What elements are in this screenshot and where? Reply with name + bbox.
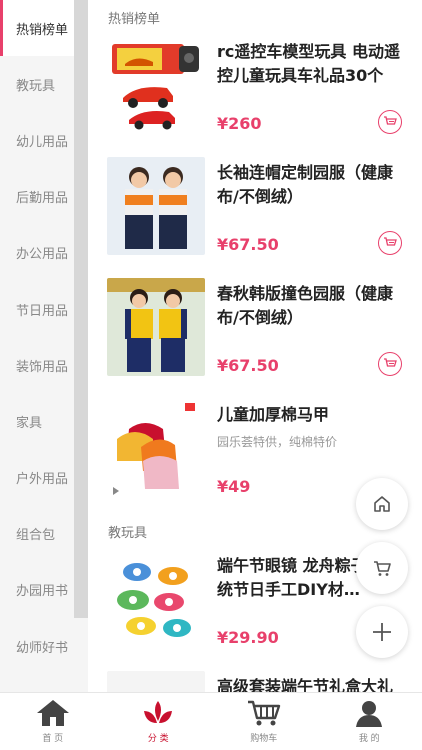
cart-icon — [384, 116, 397, 125]
product-card[interactable]: 春秋韩版撞色园服（健康布/不倒绒） ¥67.50 — [88, 272, 422, 393]
product-price: ¥67.50 — [217, 235, 279, 254]
home-icon — [36, 700, 69, 726]
sidebar-scrollbar[interactable] — [74, 0, 88, 618]
product-price: ¥67.50 — [217, 356, 279, 375]
product-subtitle: 园乐荟特供，纯棉特价 — [217, 435, 338, 449]
cart-float-button[interactable] — [356, 542, 408, 594]
tab-profile[interactable]: 我 的 — [317, 693, 422, 750]
cart-icon — [247, 700, 280, 726]
plus-icon — [373, 623, 391, 641]
sidebar-item-label: 热销榜单 — [16, 22, 69, 38]
tab-cart[interactable]: 购物车 — [211, 693, 317, 750]
product-card[interactable]: 长袖连帽定制园服（健康布/不倒绒） ¥67.50 — [88, 151, 422, 272]
section-title: 热销榜单 — [108, 12, 161, 27]
bottom-tab-bar: 首 页 分 类 购物车 我 的 — [0, 692, 422, 750]
product-card[interactable]: rc遥控车模型玩具 电动遥控儿童玩具车礼品30个 ¥260 — [88, 30, 422, 151]
product-name[interactable]: rc遥控车模型玩具 电动遥控儿童玩具车礼品30个 — [217, 40, 402, 88]
sidebar-item-label: 办公用品 — [16, 247, 69, 263]
sidebar-item-label: 节日用品 — [16, 303, 69, 319]
product-image[interactable] — [107, 36, 205, 134]
tab-home[interactable]: 首 页 — [0, 693, 106, 750]
sidebar-item-label: 装饰用品 — [16, 359, 69, 375]
product-image[interactable] — [107, 278, 205, 376]
add-to-cart-button[interactable] — [378, 352, 402, 376]
home-icon — [374, 496, 390, 512]
product-image[interactable] — [107, 399, 205, 497]
product-card[interactable]: 高级套装端午节礼盒大礼包 — [88, 665, 422, 692]
app-root: 热销榜单 教玩具 幼儿用品 后勤用品 办公用品 节日用品 装饰用品 家具 户外用… — [0, 0, 422, 750]
tab-label: 首 页 — [42, 734, 64, 744]
sidebar-item-label: 家具 — [16, 415, 43, 431]
product-name[interactable]: 春秋韩版撞色园服（健康布/不倒绒） — [217, 282, 402, 330]
product-image[interactable] — [107, 157, 205, 255]
tab-category[interactable]: 分 类 — [106, 693, 212, 750]
user-icon — [356, 701, 383, 727]
sidebar-item-teacher-books[interactable]: 幼师好书 — [0, 618, 88, 674]
product-price: ¥260 — [217, 114, 262, 133]
cart-icon — [384, 358, 397, 367]
category-sidebar: 热销榜单 教玩具 幼儿用品 后勤用品 办公用品 节日用品 装饰用品 家具 户外用… — [0, 0, 88, 692]
home-float-button[interactable] — [356, 478, 408, 530]
sidebar-item-label: 户外用品 — [16, 472, 69, 488]
product-price: ¥49 — [217, 477, 251, 496]
sidebar-item-label: 幼师好书 — [16, 640, 69, 656]
cart-icon — [374, 561, 391, 576]
category-icon — [144, 701, 173, 723]
sidebar-item-label: 教玩具 — [16, 78, 56, 94]
sidebar-item-label: 组合包 — [16, 528, 56, 544]
tab-label: 购物车 — [250, 734, 278, 744]
product-name[interactable]: 长袖连帽定制园服（健康布/不倒绒） — [217, 161, 402, 209]
sidebar-item-label: 幼儿用品 — [16, 134, 69, 150]
product-name[interactable]: 儿童加厚棉马甲 — [217, 403, 402, 427]
sidebar-item-label: 后勤用品 — [16, 191, 69, 207]
product-name[interactable]: 高级套装端午节礼盒大礼包 — [217, 675, 402, 692]
product-price: ¥29.90 — [217, 628, 279, 647]
more-float-button[interactable] — [356, 606, 408, 658]
add-to-cart-button[interactable] — [378, 110, 402, 134]
tab-label: 我 的 — [358, 734, 380, 744]
cart-icon — [384, 237, 397, 246]
product-image[interactable] — [107, 550, 205, 648]
tab-label: 分 类 — [147, 734, 169, 744]
add-to-cart-button[interactable] — [378, 231, 402, 255]
sidebar-item-label: 办园用书 — [16, 584, 69, 600]
product-image[interactable] — [107, 671, 205, 692]
